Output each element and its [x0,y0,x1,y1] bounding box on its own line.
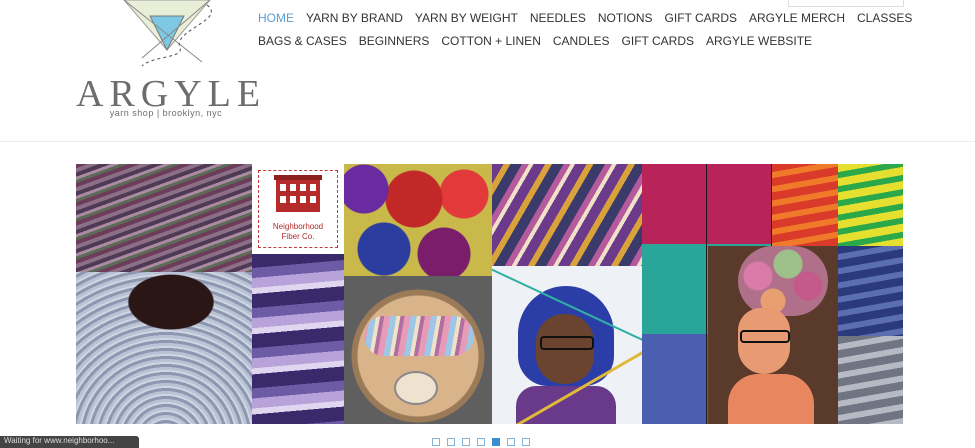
yarn-skeins-image [76,164,252,272]
nav-item-candles[interactable]: CANDLES [553,34,610,48]
knit-shawl-image [76,272,252,424]
neighborhood-fiber-logo: Neighborhood Fiber Co. [252,164,344,254]
skeins-on-board-image [344,276,492,424]
nav-item-cotton-linen[interactable]: COTTON + LINEN [441,34,540,48]
argyle-diamond-icon [123,0,212,67]
slide-dot-3[interactable] [462,438,470,446]
skein-red-orange [772,164,838,246]
logo-tagline: yarn shop | brooklyn, nyc [109,108,223,118]
nav-item-needles[interactable]: NEEDLES [530,11,586,25]
nav-item-notions[interactable]: NOTIONS [598,11,653,25]
nav-item-home[interactable]: HOME [258,11,294,25]
slide-dot-7[interactable] [522,438,530,446]
browser-status-bar: Waiting for www.neighborhoo... [0,436,139,448]
nav-item-classes[interactable]: CLASSES [857,11,912,25]
nav-item-yarn-by-brand[interactable]: YARN BY BRAND [306,11,403,25]
main-nav-row-1: HOME YARN BY BRAND YARN BY WEIGHT NEEDLE… [258,11,924,25]
nav-item-beginners[interactable]: BEGINNERS [359,34,430,48]
neighborhood-label-line-1: Neighborhood [272,222,324,231]
slide-dot-4[interactable] [477,438,485,446]
search-input[interactable]: ⚲ [788,0,904,7]
portrait-image [492,266,642,424]
slideshow-pagination [432,438,530,446]
skein-gray [838,336,903,424]
skein-yellow-green [838,164,903,246]
slide-dot-5[interactable] [492,438,500,446]
slide-dot-1[interactable] [432,438,440,446]
nav-item-gift-cards[interactable]: GIFT CARDS [665,11,737,25]
slide-dot-2[interactable] [447,438,455,446]
slide-dot-6[interactable] [507,438,515,446]
twisted-hanks-image [492,164,642,266]
nav-item-yarn-by-weight[interactable]: YARN BY WEIGHT [415,11,518,25]
header-divider [0,141,975,142]
hexagon-felt-image [344,164,492,276]
nav-item-argyle-website[interactable]: ARGYLE WEBSITE [706,34,812,48]
enamel-pin-image [708,246,838,424]
hero-slideshow[interactable]: Neighborhood Fiber Co. [76,164,903,424]
neighborhood-label-line-2: Fiber Co. [281,232,315,241]
skein-navy [838,246,903,336]
store-logo[interactable]: ARGYLE yarn shop | brooklyn, nyc [76,0,260,125]
purple-skeins-image [252,254,344,424]
nav-item-gift-cards-2[interactable]: GIFT CARDS [622,34,694,48]
main-nav-row-2: BAGS & CASES BEGINNERS COTTON + LINEN CA… [258,34,824,48]
nav-item-bags-cases[interactable]: BAGS & CASES [258,34,347,48]
nav-item-argyle-merch[interactable]: ARGYLE MERCH [749,11,845,25]
